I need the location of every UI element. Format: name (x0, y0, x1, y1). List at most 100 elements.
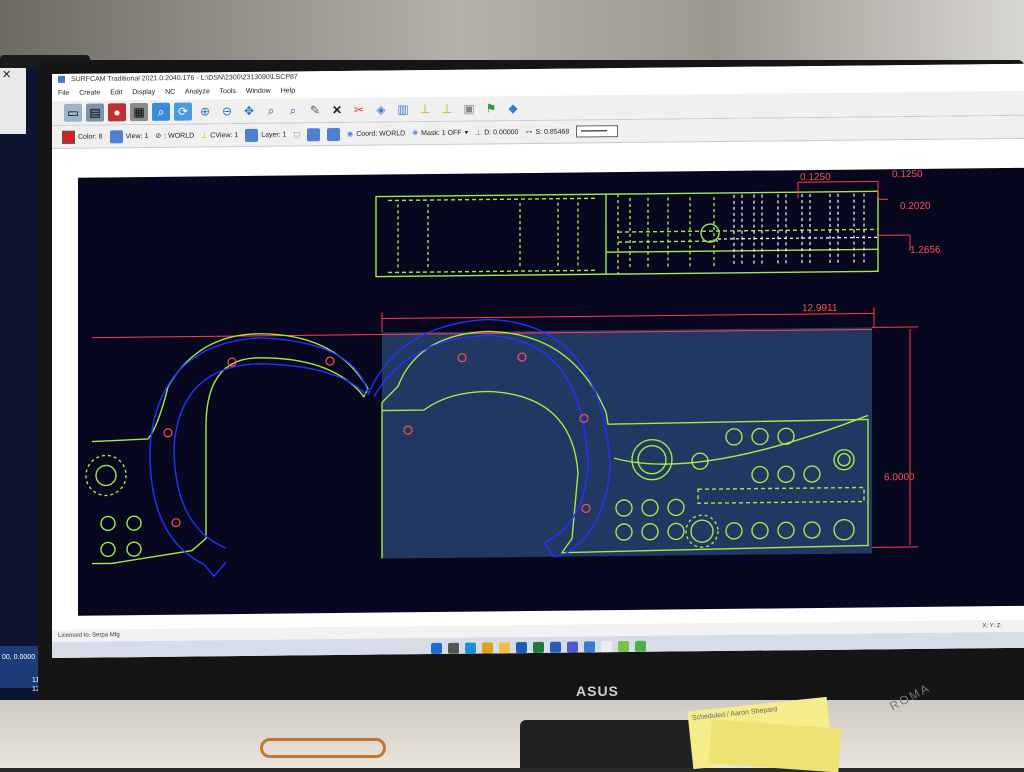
chevron-down-icon: ▾ (465, 129, 469, 137)
layer-label: Layer: 1 (261, 131, 286, 138)
pan-icon[interactable]: ✥ (240, 102, 258, 120)
dim-height: 6.0000 (884, 472, 915, 483)
chrome-icon[interactable] (482, 642, 493, 653)
cview-down-icon[interactable]: ⊥ (416, 100, 434, 118)
layer-icon (245, 128, 258, 141)
line-style-select[interactable] (576, 125, 618, 137)
cview-selector[interactable]: ⊥ CView: 1 (201, 131, 238, 139)
plane-icon: ⊘ (155, 132, 161, 140)
app3-icon[interactable] (635, 640, 646, 651)
globe-icon: ◉ (347, 130, 353, 138)
menu-file[interactable]: File (58, 90, 69, 97)
plane-selector[interactable]: ⊘ : WORLD (155, 132, 194, 140)
zoom-window-icon[interactable]: ⌕ (152, 103, 170, 121)
mask-selector[interactable]: ❋ Mask: 1 OFF ▾ (412, 129, 468, 138)
left-part (86, 333, 368, 564)
analyze-icon[interactable]: ⚑ (482, 99, 500, 117)
desk-surface (0, 700, 1024, 768)
left-coords: 00, 0.0000 (2, 654, 35, 661)
zoom-previous-icon[interactable]: ⌕ (262, 102, 280, 120)
depth-field[interactable]: ⊥ D: 0.00000 (475, 128, 518, 136)
word-icon[interactable] (550, 641, 561, 652)
layer-selector[interactable]: Layer: 1 (245, 128, 286, 141)
depth-icon: ⊥ (475, 129, 481, 137)
solid-cube[interactable] (327, 127, 340, 140)
app-icon[interactable] (601, 641, 612, 652)
dim-top-left: 0.1250 (800, 172, 831, 183)
side-view-holes (718, 193, 878, 267)
cad-drawing: 0.1250 0.1250 0.2020 1.2656 12.9911 6.00… (78, 168, 1024, 616)
shade-icon[interactable]: ◆ (504, 99, 522, 117)
menu-tools[interactable]: Tools (220, 88, 236, 95)
close-icon[interactable]: ✕ (2, 68, 11, 81)
tool-icon[interactable]: ▣ (460, 100, 478, 118)
step-icon: ⊶ (525, 128, 532, 136)
windows-start-icon[interactable] (431, 642, 442, 653)
menu-edit[interactable]: Edit (110, 89, 122, 96)
main-screen: SURFCAM Traditional 2021.0.2040.176 - L:… (52, 64, 1024, 658)
xyz-readout: X: Y: Z: (982, 620, 1002, 632)
left-window-panel: ✕ (0, 68, 26, 134)
dim-top-right: 0.1250 (892, 169, 923, 180)
outlook-icon[interactable] (516, 642, 527, 653)
delete-icon[interactable]: ✕ (328, 101, 346, 119)
cview-up-icon[interactable]: ⊥ (438, 100, 456, 118)
lanyard-strap (260, 738, 386, 758)
surfcam-app-icon (58, 76, 65, 83)
menu-help[interactable]: Help (281, 87, 295, 94)
zoom-next-icon[interactable]: ⌕ (284, 101, 302, 119)
solid-cube-icon (327, 127, 340, 140)
menu-window[interactable]: Window (246, 88, 271, 95)
cview-icon: ⊥ (201, 131, 207, 139)
search-icon[interactable] (448, 642, 459, 653)
zoom-in-icon[interactable]: ⊕ (196, 102, 214, 120)
shaded-cube[interactable] (307, 128, 320, 141)
step-label: S: 0.85468 (535, 128, 569, 135)
erase-icon[interactable]: ✂ (350, 101, 368, 119)
asus-logo: ASUS (576, 683, 619, 699)
view-selector[interactable]: View: 1 (110, 129, 149, 142)
excel-icon[interactable] (533, 641, 544, 652)
sticky-note-pad (709, 720, 842, 772)
color-selector[interactable]: Color: 8 (62, 130, 103, 143)
depth-label: D: 0.00000 (484, 129, 518, 136)
license-text: Licensed to: Serpa Mfg (58, 632, 120, 639)
dim-width: 12.9911 (802, 303, 838, 314)
coord-selector[interactable]: ◉ Coord: WORLD (347, 129, 405, 138)
edge-icon[interactable] (465, 642, 476, 653)
window-title: SURFCAM Traditional 2021.0.2040.176 - L:… (71, 74, 298, 83)
monitor-stand (520, 720, 700, 768)
view-label: View: 1 (126, 132, 149, 139)
stack-icon[interactable]: ▥ (394, 100, 412, 118)
menu-nc[interactable]: NC (165, 89, 175, 96)
wireframe-cube-icon: ⬚ (293, 130, 300, 138)
plane-label: : WORLD (164, 132, 194, 139)
mask-icon: ❋ (412, 129, 418, 137)
clear-icon[interactable]: ✎ (306, 101, 324, 119)
app2-icon[interactable] (618, 640, 629, 651)
teams-icon[interactable] (567, 641, 578, 652)
print-icon[interactable]: ▦ (130, 103, 148, 121)
save-icon[interactable]: ● (108, 103, 126, 121)
zoom-out-icon[interactable]: ⊖ (218, 102, 236, 120)
menu-analyze[interactable]: Analyze (185, 88, 210, 95)
wireframe-cube[interactable]: ⬚ (293, 130, 300, 138)
view-icon (110, 130, 123, 143)
shaded-cube-icon (307, 128, 320, 141)
layer-icon[interactable]: ◈ (372, 100, 390, 118)
color-swatch (62, 130, 75, 143)
cview-label: CView: 1 (210, 132, 238, 139)
zoom-all-icon[interactable]: ⟳ (174, 103, 192, 121)
coord-label: Coord: WORLD (356, 130, 405, 138)
menu-create[interactable]: Create (79, 89, 100, 96)
surfcam-icon[interactable] (584, 641, 595, 652)
step-field[interactable]: ⊶ S: 0.85468 (525, 128, 569, 136)
open-folder-icon[interactable]: ▤ (86, 103, 104, 121)
dim-right-lower: 1.2656 (910, 245, 941, 256)
menu-display[interactable]: Display (132, 89, 155, 96)
new-file-icon[interactable]: ▭ (64, 104, 82, 122)
side-view (376, 191, 878, 276)
graphics-viewport[interactable]: 0.1250 0.1250 0.2020 1.2656 12.9911 6.00… (78, 168, 1024, 616)
folder-icon[interactable] (499, 642, 510, 653)
dim-right-upper: 0.2020 (900, 201, 931, 212)
